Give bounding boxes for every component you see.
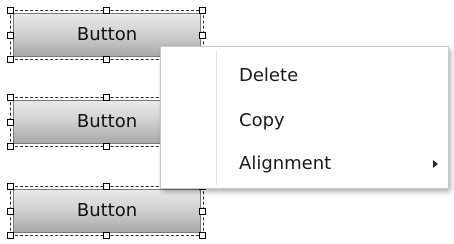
- resize-handle-top-left[interactable]: [7, 7, 14, 14]
- design-surface[interactable]: Button Button Button Delete Copy Alignme…: [0, 0, 454, 244]
- menu-item-label: Alignment: [239, 153, 332, 174]
- menu-item-copy[interactable]: Copy: [163, 101, 446, 141]
- resize-handle-top-left[interactable]: [7, 94, 14, 101]
- resize-handle-bottom-left[interactable]: [7, 232, 14, 239]
- resize-handle-left[interactable]: [7, 208, 14, 215]
- resize-handle-bottom-right[interactable]: [199, 232, 206, 239]
- menu-item-label: Delete: [239, 65, 299, 86]
- resize-handle-bottom[interactable]: [103, 232, 110, 239]
- resize-handle-bottom[interactable]: [103, 143, 110, 150]
- resize-handle-top[interactable]: [103, 7, 110, 14]
- menu-item-delete[interactable]: Delete: [163, 56, 446, 96]
- resize-handle-bottom-left[interactable]: [7, 143, 14, 150]
- resize-handle-top[interactable]: [103, 94, 110, 101]
- resize-handle-top-right[interactable]: [199, 7, 206, 14]
- designer-control-3[interactable]: Button: [7, 183, 206, 239]
- resize-handle-bottom-left[interactable]: [7, 56, 14, 63]
- menu-item-alignment[interactable]: Alignment: [163, 144, 446, 184]
- resize-handle-top-left[interactable]: [7, 183, 14, 190]
- chevron-right-icon: [433, 160, 438, 168]
- menu-item-label: Copy: [239, 110, 285, 131]
- resize-handle-left[interactable]: [7, 119, 14, 126]
- resize-handle-top[interactable]: [103, 183, 110, 190]
- resize-handle-left[interactable]: [7, 32, 14, 39]
- context-menu: Delete Copy Alignment: [160, 46, 449, 189]
- resize-handle-bottom[interactable]: [103, 56, 110, 63]
- resize-handle-right[interactable]: [199, 32, 206, 39]
- resize-handle-right[interactable]: [199, 208, 206, 215]
- button-control[interactable]: Button: [13, 189, 201, 233]
